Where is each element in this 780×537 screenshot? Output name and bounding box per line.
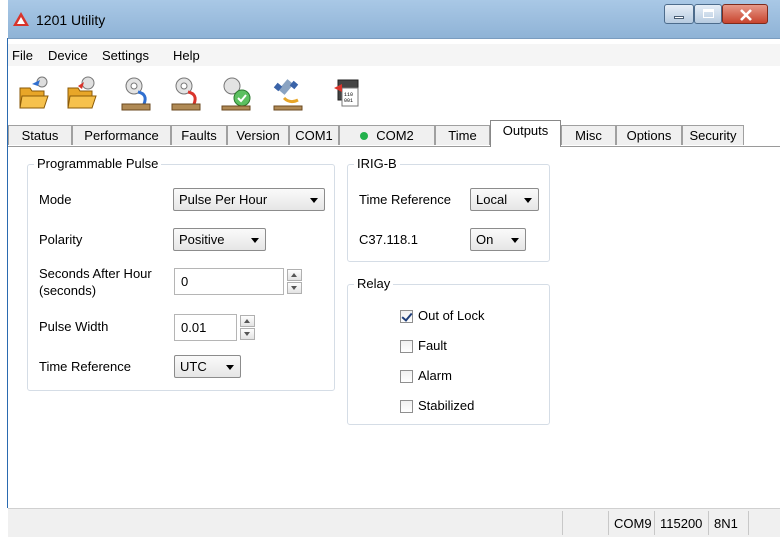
title-bar: 1201 Utility bbox=[8, 0, 780, 39]
close-icon bbox=[740, 9, 752, 21]
chevron-down-icon bbox=[511, 238, 519, 243]
tab-performance[interactable]: Performance bbox=[72, 125, 171, 145]
increment-button[interactable] bbox=[240, 315, 255, 327]
window-title: 1201 Utility bbox=[36, 12, 106, 28]
close-button[interactable] bbox=[722, 4, 768, 24]
menu-help[interactable]: Help bbox=[173, 48, 200, 63]
tab-com2[interactable]: COM2 bbox=[339, 125, 435, 145]
seconds-after-hour-field[interactable]: 0 bbox=[174, 268, 284, 295]
tab-outputs[interactable]: Outputs bbox=[490, 120, 561, 147]
satellite-button[interactable] bbox=[270, 74, 306, 114]
polarity-label: Polarity bbox=[39, 232, 83, 247]
firmware-chip-icon: 110 001 bbox=[334, 79, 359, 107]
status-bar: COM9 115200 8N1 bbox=[8, 508, 780, 537]
group-title: Programmable Pulse bbox=[34, 156, 162, 171]
increment-button[interactable] bbox=[287, 269, 302, 281]
menu-settings[interactable]: Settings bbox=[102, 48, 149, 63]
verify-settings-button[interactable] bbox=[218, 74, 254, 114]
write-settings-button[interactable] bbox=[168, 74, 204, 114]
chevron-down-icon bbox=[310, 198, 318, 203]
read-settings-button[interactable] bbox=[118, 74, 154, 114]
window-edge bbox=[0, 0, 8, 536]
c37-select[interactable]: On bbox=[470, 228, 526, 251]
decrement-button[interactable] bbox=[240, 328, 255, 340]
tab-faults[interactable]: Faults bbox=[171, 125, 227, 145]
tab-security[interactable]: Security bbox=[682, 125, 744, 145]
irig-b-group: IRIG-B Time Reference Local C37.118.1 On bbox=[347, 156, 550, 262]
pulse-width-stepper bbox=[240, 315, 255, 341]
tab-strip: Status Performance Faults Version COM1 C… bbox=[8, 120, 780, 147]
irig-time-reference-select[interactable]: Local bbox=[470, 188, 539, 211]
fault-label: Fault bbox=[418, 338, 447, 353]
stabilized-checkbox[interactable] bbox=[400, 400, 413, 413]
open-folder-icon bbox=[19, 76, 49, 109]
chevron-down-icon bbox=[251, 238, 259, 243]
irig-time-reference-label: Time Reference bbox=[359, 192, 451, 207]
connection-status-dot bbox=[360, 132, 369, 140]
seconds-after-hour-label: Seconds After Hour bbox=[39, 266, 152, 281]
tab-options[interactable]: Options bbox=[616, 125, 682, 145]
firmware-button[interactable]: 110 001 bbox=[330, 74, 366, 114]
out-of-lock-checkbox[interactable] bbox=[400, 310, 413, 323]
decrement-button[interactable] bbox=[287, 282, 302, 294]
minimize-button[interactable] bbox=[664, 4, 694, 24]
pulse-width-label: Pulse Width bbox=[39, 319, 109, 334]
alarm-checkbox[interactable] bbox=[400, 370, 413, 383]
tab-misc[interactable]: Misc bbox=[561, 125, 616, 145]
fault-checkbox[interactable] bbox=[400, 340, 413, 353]
open-folder-settings-icon bbox=[67, 76, 97, 109]
status-format: 8N1 bbox=[714, 516, 738, 531]
tab-version[interactable]: Version bbox=[227, 125, 289, 145]
app-window: 1201 Utility File Device Settings Help 1… bbox=[8, 0, 780, 537]
app-logo-icon bbox=[13, 12, 29, 26]
stabilized-label: Stabilized bbox=[418, 398, 475, 413]
programmable-pulse-group: Programmable Pulse Mode Pulse Per Hour P… bbox=[27, 156, 335, 391]
menu-device[interactable]: Device bbox=[48, 48, 88, 63]
time-reference-label: Time Reference bbox=[39, 359, 131, 374]
mode-select[interactable]: Pulse Per Hour bbox=[173, 188, 325, 211]
group-title: IRIG-B bbox=[354, 156, 400, 171]
seconds-stepper bbox=[287, 269, 302, 295]
pulse-width-field[interactable]: 0.01 bbox=[174, 314, 237, 341]
outputs-panel: Programmable Pulse Mode Pulse Per Hour P… bbox=[8, 147, 780, 507]
tab-status[interactable]: Status bbox=[8, 125, 72, 145]
c37-label: C37.118.1 bbox=[359, 232, 419, 247]
group-title: Relay bbox=[354, 276, 394, 291]
maximize-button[interactable] bbox=[694, 4, 722, 24]
chevron-down-icon bbox=[226, 365, 234, 370]
polarity-select[interactable]: Positive bbox=[173, 228, 266, 251]
menu-file[interactable]: File bbox=[12, 48, 33, 63]
mode-label: Mode bbox=[39, 192, 72, 207]
seconds-unit-label: (seconds) bbox=[39, 283, 97, 298]
status-port: COM9 bbox=[614, 516, 652, 531]
svg-text:001: 001 bbox=[344, 98, 353, 104]
pulse-time-reference-select[interactable]: UTC bbox=[174, 355, 241, 378]
status-baud: 115200 bbox=[660, 516, 703, 531]
relay-group: Relay Out of Lock Fault Alarm Stabilized bbox=[347, 276, 550, 425]
open-folder-button[interactable] bbox=[16, 74, 52, 114]
download-settings-icon bbox=[121, 77, 151, 111]
satellite-icon bbox=[273, 79, 303, 111]
menu-bar: File Device Settings Help bbox=[8, 44, 780, 66]
tab-com1[interactable]: COM1 bbox=[289, 125, 339, 145]
upload-settings-icon bbox=[171, 77, 201, 111]
open-settings-button[interactable] bbox=[64, 74, 100, 114]
out-of-lock-label: Out of Lock bbox=[418, 308, 485, 323]
alarm-label: Alarm bbox=[418, 368, 452, 383]
verify-settings-icon bbox=[221, 77, 251, 111]
toolbar: 110 001 bbox=[8, 70, 780, 120]
chevron-down-icon bbox=[524, 198, 532, 203]
tab-time[interactable]: Time bbox=[435, 125, 490, 145]
